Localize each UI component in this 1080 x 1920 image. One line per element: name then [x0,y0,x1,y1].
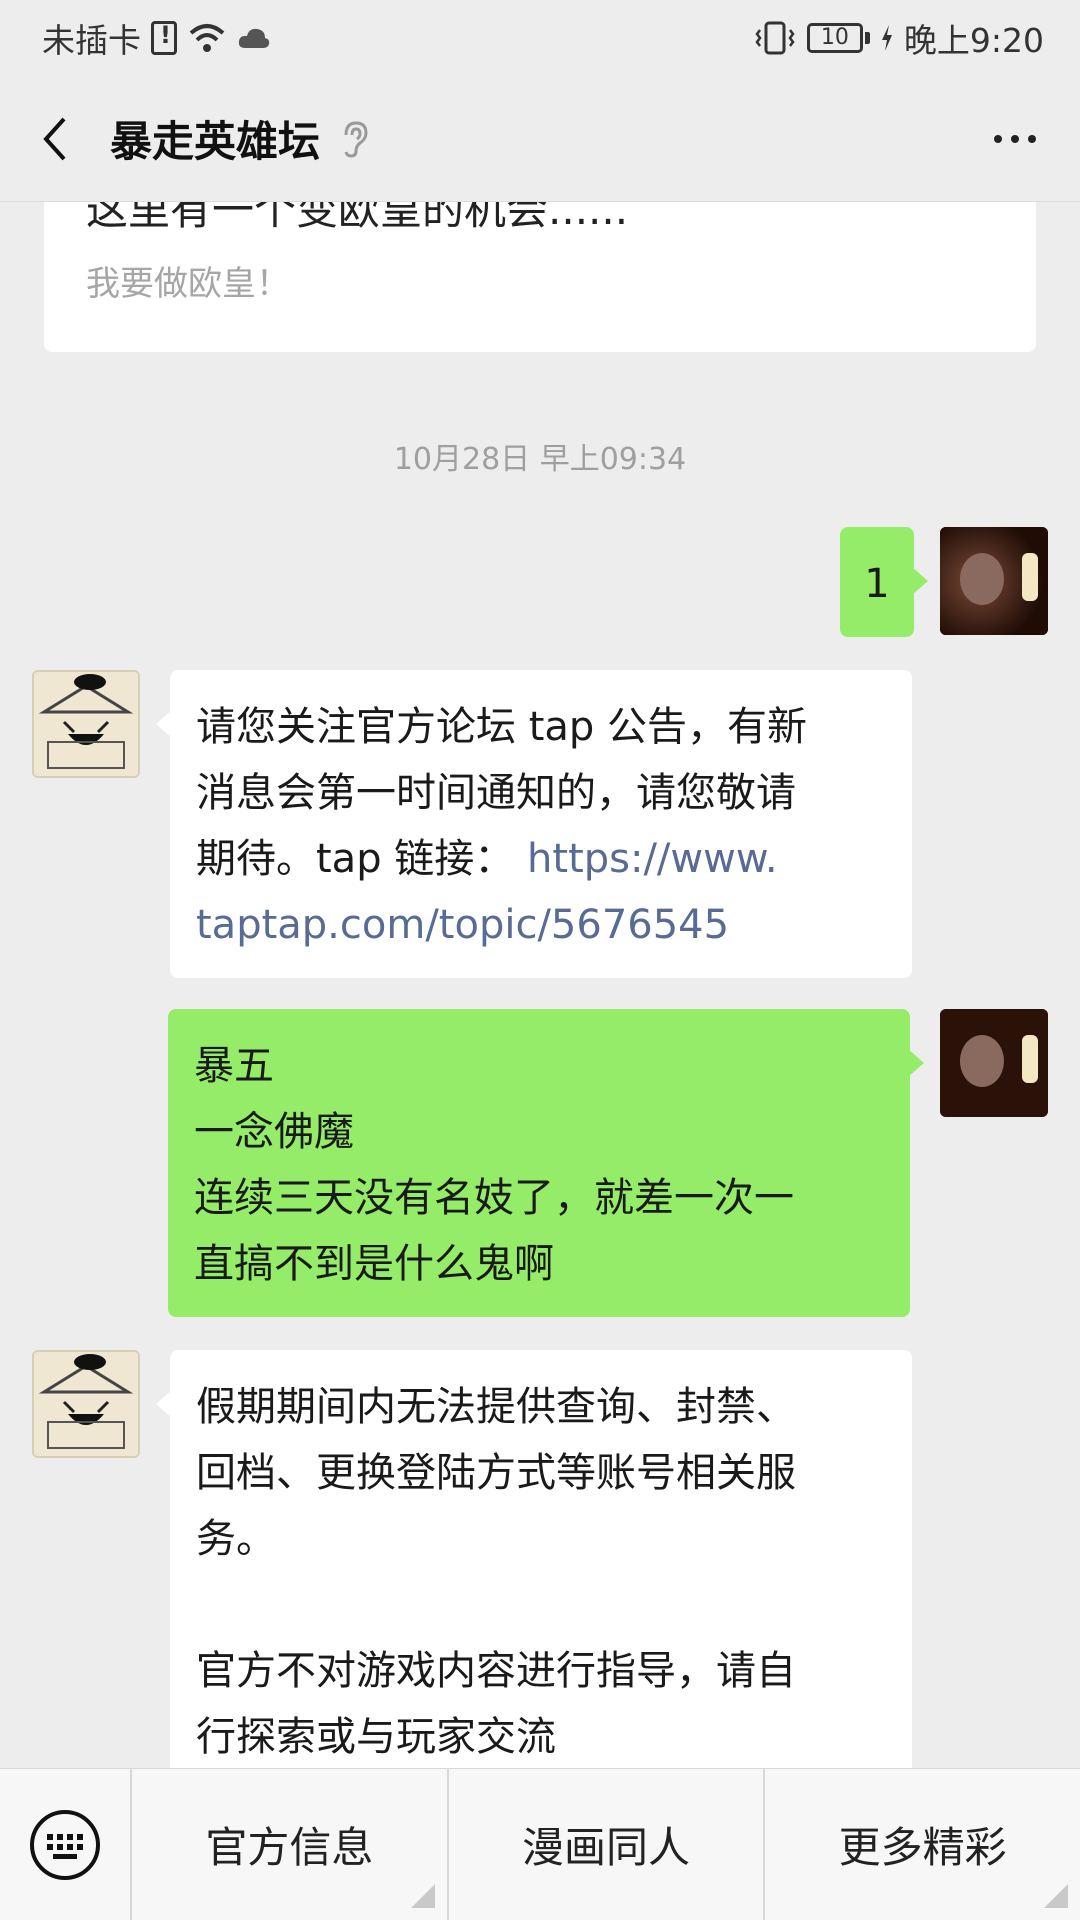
article-card-link[interactable]: 我要做欧皇！ [86,256,290,305]
cloud-icon [238,28,270,48]
received-message-bubble[interactable]: 假期期间内无法提供查询、封禁、 回档、更换登陆方式等账号相关服 务。 官方不对游… [156,1350,912,1768]
menu-item-label: 更多精彩 [838,1823,1007,1872]
article-card[interactable]: 这里有一个变欧皇的机会...... 我要做欧皇！ [44,202,1036,352]
official-account-avatar-image [34,1352,138,1456]
battery-cap [864,32,870,44]
message-line: 假期期间内无法提供查询、封禁、 [196,1384,796,1430]
submenu-corner-icon [410,1884,435,1908]
battery-level: 10 [806,23,863,53]
user-avatar[interactable] [940,1009,1048,1117]
user-avatar-image [940,1009,1048,1117]
chat-header: 暴走英雄坛 [0,76,1080,202]
more-dot [1011,134,1019,143]
tap-link[interactable]: https://www. [527,836,778,882]
chevron-left-icon [43,117,66,160]
account-menu-bar: 官方信息 漫画同人 更多精彩 [0,1768,1080,1920]
submenu-corner-icon [1044,1884,1069,1908]
official-account-avatar[interactable] [32,1350,140,1458]
wifi-icon [189,24,225,52]
menu-comics-fan[interactable]: 漫画同人 [446,1769,764,1920]
status-left: 未插卡 [42,14,271,62]
message-line: 直搞不到是什么鬼啊 [194,1241,554,1287]
tap-link[interactable]: taptap.com/topic/5676545 [196,892,886,958]
menu-official-info[interactable]: 官方信息 [130,1769,447,1920]
sent-message-bubble[interactable]: 1 [840,527,928,637]
menu-item-label: 官方信息 [205,1823,374,1872]
message-line: 回档、更换登陆方式等账号相关服 [196,1450,796,1496]
keyboard-icon [30,1809,100,1880]
message-list[interactable]: 这里有一个变欧皇的机会...... 我要做欧皇！ 10月28日 早上09:34 … [0,202,1080,1768]
article-card-title: 这里有一个变欧皇的机会...... [86,202,629,234]
clock-text: 晚上9:20 [903,21,1044,60]
official-account-avatar[interactable] [32,670,140,778]
message-line: 消息会第一时间通知的，请您敬请 [196,770,796,816]
message-line: 连续三天没有名妓了，就差一次一 [194,1175,794,1221]
user-avatar[interactable] [940,527,1048,635]
sim-alert-icon [151,21,177,55]
user-avatar-image [940,527,1048,635]
status-right: 10 晚上9:20 [753,14,1044,62]
message-line: 行探索或与玩家交流 [196,1714,556,1760]
menu-item-label: 漫画同人 [522,1823,691,1872]
charging-icon [881,25,892,51]
message-line: 暴五 [194,1043,274,1089]
ear-icon [344,120,368,158]
menu-more-highlights[interactable]: 更多精彩 [763,1769,1080,1920]
message-line-blank [196,1572,886,1638]
received-message-bubble[interactable]: 请您关注官方论坛 tap 公告，有新 消息会第一时间通知的，请您敬请 期待。ta… [156,670,912,978]
sent-message-bubble[interactable]: 暴五 一念佛魔 连续三天没有名妓了，就差一次一 直搞不到是什么鬼啊 [168,1009,924,1317]
more-options-button[interactable] [980,109,1050,169]
chat-title: 暴走英雄坛 [110,117,321,166]
keyboard-toggle-button[interactable] [0,1769,130,1920]
message-text: 1 [864,561,890,607]
message-line: 期待。tap 链接： https://www. [196,826,886,892]
message-line: 务。 [196,1516,276,1562]
message-line: 官方不对游戏内容进行指导，请自 [196,1648,796,1694]
vibrate-icon [755,21,795,55]
carrier-text: 未插卡 [42,21,141,60]
message-line: 请您关注官方论坛 tap 公告，有新 [196,704,808,750]
back-button[interactable] [30,109,80,169]
more-dot [994,134,1002,143]
status-bar: 未插卡 10 晚上9:20 [0,0,1080,76]
chat-screen: 未插卡 10 晚上9:20 [0,0,1080,1920]
message-timestamp: 10月28日 早上09:34 [393,442,687,477]
more-dot [1028,134,1036,143]
official-account-avatar-image [34,672,138,776]
message-line: 一念佛魔 [194,1109,354,1155]
battery-icon: 10 [806,23,870,53]
message-line-text: 期待。tap 链接： [196,836,515,882]
